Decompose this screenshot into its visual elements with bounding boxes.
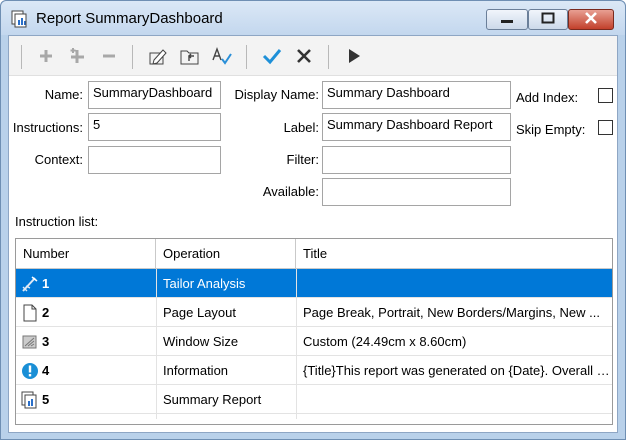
apply-button[interactable] [260, 46, 284, 68]
report-window: Report SummaryDashboard Name: SummaryDas… [0, 0, 626, 440]
remove-button[interactable] [97, 46, 121, 68]
label-field[interactable]: Summary Dashboard Report [322, 113, 511, 141]
skip-empty-label: Skip Empty: [516, 122, 586, 137]
page-icon [21, 304, 39, 322]
available-label: Available: [262, 184, 319, 199]
available-field[interactable] [322, 178, 511, 206]
row-number: 3 [42, 334, 50, 349]
report-icon [11, 10, 29, 28]
toolbar-separator [246, 45, 247, 69]
toolbar-separator [328, 45, 329, 69]
row-number: 5 [42, 392, 50, 407]
cancel-icon [296, 48, 312, 67]
check-icon [262, 47, 282, 68]
row-number: 1 [42, 276, 50, 291]
row-operation: Window Size [163, 334, 239, 349]
row-number: 4 [42, 363, 50, 378]
dialog-body: Name: SummaryDashboard Instructions: 5 C… [8, 35, 618, 433]
toolbar-separator [21, 45, 22, 69]
instructions-label: Instructions: [12, 120, 83, 135]
move-to-parent-icon [180, 47, 200, 68]
run-button[interactable] [342, 46, 366, 68]
close-icon [584, 12, 598, 27]
move-to-parent-button[interactable] [178, 46, 202, 68]
filter-label: Filter: [286, 152, 320, 167]
row-operation: Information [163, 363, 229, 378]
column-header-number[interactable]: Number [16, 239, 156, 269]
add-multiple-button[interactable] [65, 46, 89, 68]
context-field[interactable] [88, 146, 221, 174]
table-row[interactable]: 3 Window Size Custom (24.49cm x 8.60cm) [16, 327, 612, 356]
remove-icon [101, 48, 117, 67]
name-field[interactable]: SummaryDashboard [88, 81, 221, 109]
window-title: Report SummaryDashboard [36, 10, 223, 27]
column-header-operation[interactable]: Operation [156, 239, 296, 269]
context-label: Context: [34, 152, 83, 167]
column-divider [296, 269, 297, 419]
instruction-list-label: Instruction list: [15, 214, 99, 229]
maximize-button[interactable] [528, 9, 568, 30]
summary-report-icon [21, 391, 39, 409]
edit-button[interactable] [146, 46, 170, 68]
instruction-list: Number Operation Title 1 Tailor Analysis… [15, 238, 613, 425]
window-size-icon [21, 333, 39, 351]
row-title: Page Break, Portrait, New Borders/Margin… [303, 305, 600, 320]
row-title [296, 269, 610, 298]
title-bar[interactable]: Report SummaryDashboard [1, 1, 625, 35]
display-name-label: Display Name: [234, 87, 319, 102]
add-button[interactable] [34, 46, 58, 68]
table-row[interactable]: 4 Information {Title}This report was gen… [16, 356, 612, 385]
add-index-checkbox[interactable] [598, 88, 613, 103]
list-header: Number Operation Title [16, 239, 612, 269]
row-number: 2 [42, 305, 50, 320]
filter-field[interactable] [322, 146, 511, 174]
table-row[interactable]: 5 Summary Report [16, 385, 612, 414]
row-operation: Page Layout [163, 305, 237, 320]
cancel-button[interactable] [292, 46, 316, 68]
row-title: {Title}This report was generated on {Dat… [303, 363, 610, 378]
table-row[interactable]: 2 Page Layout Page Break, Portrait, New … [16, 298, 612, 327]
label-label: Label: [283, 120, 319, 135]
column-header-title[interactable]: Title [296, 239, 612, 269]
edit-icon [148, 46, 168, 69]
row-operation: Summary Report [163, 392, 262, 407]
minimize-icon [500, 12, 514, 27]
toolbar-separator [132, 45, 133, 69]
row-title: Custom (24.49cm x 8.60cm) [303, 334, 467, 349]
tailor-analysis-icon [21, 275, 39, 293]
add-index-label: Add Index: [516, 90, 579, 105]
add-icon [38, 48, 54, 67]
display-name-field[interactable]: Summary Dashboard [322, 81, 511, 109]
run-icon [347, 48, 361, 67]
instructions-field[interactable]: 5 [88, 113, 221, 141]
table-row[interactable]: 1 Tailor Analysis [16, 269, 612, 298]
spellcheck-icon [211, 46, 233, 69]
name-label: Name: [44, 87, 83, 102]
information-icon [21, 362, 39, 380]
maximize-icon [541, 12, 555, 27]
spellcheck-button[interactable] [210, 46, 234, 68]
column-divider [156, 269, 157, 419]
minimize-button[interactable] [486, 9, 528, 30]
toolbar [9, 36, 617, 76]
row-title [296, 385, 610, 414]
add-multiple-icon [67, 47, 87, 68]
skip-empty-checkbox[interactable] [598, 120, 613, 135]
close-button[interactable] [568, 9, 614, 30]
row-operation: Tailor Analysis [163, 276, 246, 291]
